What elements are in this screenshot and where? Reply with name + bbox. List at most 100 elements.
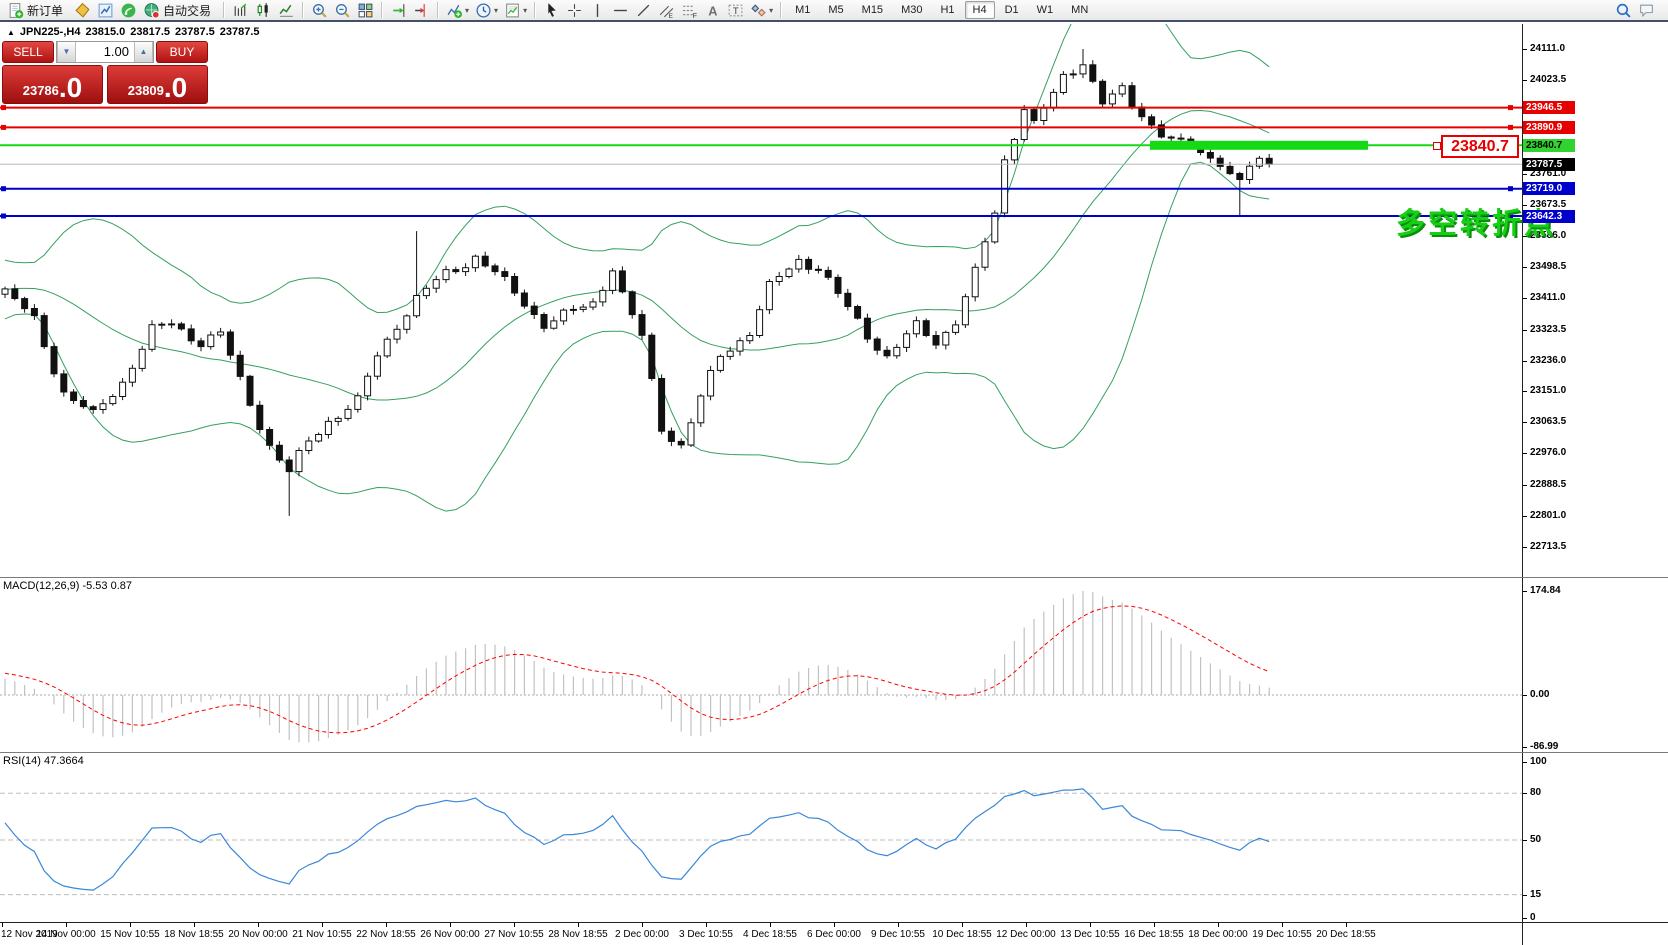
- sell-button[interactable]: SELL: [2, 41, 54, 63]
- line-handle[interactable]: [1508, 105, 1513, 110]
- line-handle[interactable]: [1, 105, 6, 110]
- new-order-label: 新订单: [27, 2, 63, 19]
- panel-divider-rsi[interactable]: [0, 752, 1668, 753]
- equidistant-channel-button[interactable]: E: [655, 0, 678, 20]
- candle-chart-mode-button[interactable]: [252, 0, 275, 20]
- price-tick-label: 23063.5: [1530, 416, 1566, 427]
- signals-button[interactable]: [117, 0, 140, 20]
- cursor-button[interactable]: [540, 0, 563, 20]
- symbol-title: JPN225-,H4: [20, 26, 81, 38]
- fibonacci-button[interactable]: F: [678, 0, 701, 20]
- zoom-in-button[interactable]: [308, 0, 331, 20]
- macd-chart[interactable]: [0, 578, 1522, 752]
- rsi-tick-label: 15: [1530, 889, 1541, 900]
- volume-increase-button[interactable]: ▲: [134, 42, 153, 62]
- chat-button[interactable]: [1635, 0, 1658, 20]
- collapse-icon[interactable]: ▲: [7, 28, 15, 37]
- search-button[interactable]: [1612, 0, 1635, 20]
- horizontal-line-objects[interactable]: [0, 105, 1522, 218]
- auto-trading-button[interactable]: 自动交易: [140, 0, 219, 20]
- text-label-button[interactable]: T: [724, 0, 747, 20]
- date-axis[interactable]: 12 Nov 201914 Nov 00:0015 Nov 10:5518 No…: [0, 923, 1668, 945]
- panel-divider-macd[interactable]: [0, 577, 1668, 578]
- timeframe-h1-button[interactable]: H1: [932, 1, 962, 19]
- buy-button[interactable]: BUY: [156, 41, 208, 63]
- market-watch-button[interactable]: [94, 0, 117, 20]
- macd-histogram: [5, 591, 1269, 742]
- chart-shift-button[interactable]: [410, 0, 433, 20]
- buy-price-pip: .0: [164, 75, 187, 102]
- line-handle[interactable]: [1508, 125, 1513, 130]
- autotrade-icon: [143, 2, 160, 19]
- tile-windows-button[interactable]: [354, 0, 377, 20]
- cursor-icon: [543, 2, 560, 19]
- timeframe-d1-button[interactable]: D1: [997, 1, 1027, 19]
- rsi-tick-label: 80: [1530, 787, 1541, 798]
- templates-button[interactable]: ▾: [501, 0, 530, 20]
- timeframe-m5-button[interactable]: M5: [820, 1, 851, 19]
- timeframe-m30-button[interactable]: M30: [893, 1, 930, 19]
- sell-price-display[interactable]: 23786 .0: [2, 65, 103, 104]
- crosshair-button[interactable]: [563, 0, 586, 20]
- rsi-chart[interactable]: [0, 753, 1522, 922]
- shift-icon: [413, 2, 430, 19]
- macd-tick-label: 0.00: [1530, 689, 1549, 700]
- editor-icon: [74, 2, 91, 19]
- dropdown-arrow-icon[interactable]: ▾: [523, 6, 527, 15]
- line-handle[interactable]: [1433, 142, 1441, 150]
- dropdown-arrow-icon[interactable]: ▾: [465, 6, 469, 15]
- volume-decrease-button[interactable]: ▼: [57, 42, 76, 62]
- buy-price-display[interactable]: 23809 .0: [107, 65, 208, 104]
- trendline-button[interactable]: [632, 0, 655, 20]
- price-tick-label: 22976.0: [1530, 447, 1566, 458]
- date-tick: [706, 923, 707, 927]
- line-handle[interactable]: [1, 125, 6, 130]
- line-handle[interactable]: [1, 186, 6, 191]
- buy-price-main: 23809: [128, 83, 164, 98]
- periods-button[interactable]: ▾: [472, 0, 501, 20]
- zoom-out-button[interactable]: [331, 0, 354, 20]
- rsi-tick: [1523, 793, 1527, 794]
- volume-input[interactable]: 1.00: [76, 42, 134, 62]
- auto-scroll-button[interactable]: [387, 0, 410, 20]
- line-handle[interactable]: [1508, 186, 1513, 191]
- timeframe-mn-button[interactable]: MN: [1063, 1, 1096, 19]
- timeframe-w1-button[interactable]: W1: [1029, 1, 1062, 19]
- timeframe-m15-button[interactable]: M15: [854, 1, 891, 19]
- line-chart-mode-button[interactable]: [275, 0, 298, 20]
- price-tick-label: 24023.5: [1530, 74, 1566, 85]
- price-level-label[interactable]: 23840.7: [1441, 135, 1519, 158]
- toolbar-separator: [381, 2, 383, 18]
- chart-header: ▲JPN225-,H423815.023817.523787.523787.5: [7, 26, 265, 38]
- date-tick: [1090, 923, 1091, 927]
- price-tick: [1523, 298, 1527, 299]
- price-tick-label: 22888.5: [1530, 479, 1566, 490]
- candlestick-chart[interactable]: [0, 24, 1522, 577]
- labelT-icon: T: [727, 2, 744, 19]
- vertical-line-button[interactable]: [586, 0, 609, 20]
- zoom-in-icon: [311, 2, 328, 19]
- timeframe-h4-button[interactable]: H4: [965, 1, 995, 19]
- dropdown-arrow-icon[interactable]: ▾: [769, 6, 773, 15]
- date-tick: [386, 923, 387, 927]
- price-tick-label: 23498.5: [1530, 261, 1566, 272]
- date-tick: [1218, 923, 1219, 927]
- thick-green-segment[interactable]: [1150, 141, 1368, 150]
- line-handle[interactable]: [1, 214, 6, 219]
- metaeditor-button[interactable]: [71, 0, 94, 20]
- ohlc-low: 23787.5: [175, 26, 215, 38]
- horizontal-line-button[interactable]: [609, 0, 632, 20]
- dropdown-arrow-icon[interactable]: ▾: [494, 6, 498, 15]
- indicators-button[interactable]: ▾: [443, 0, 472, 20]
- price-tick: [1523, 516, 1527, 517]
- price-tick: [1523, 391, 1527, 392]
- price-tick-label: 23236.0: [1530, 355, 1566, 366]
- bar-chart-mode-button[interactable]: [229, 0, 252, 20]
- new-order-button[interactable]: 新订单: [4, 0, 71, 20]
- text-button[interactable]: A: [701, 0, 724, 20]
- price-tag: 23787.5: [1523, 158, 1575, 171]
- timeframe-m1-button[interactable]: M1: [787, 1, 818, 19]
- shapes-button[interactable]: ▾: [747, 0, 776, 20]
- date-tick: [1026, 923, 1027, 927]
- price-tick: [1523, 547, 1527, 548]
